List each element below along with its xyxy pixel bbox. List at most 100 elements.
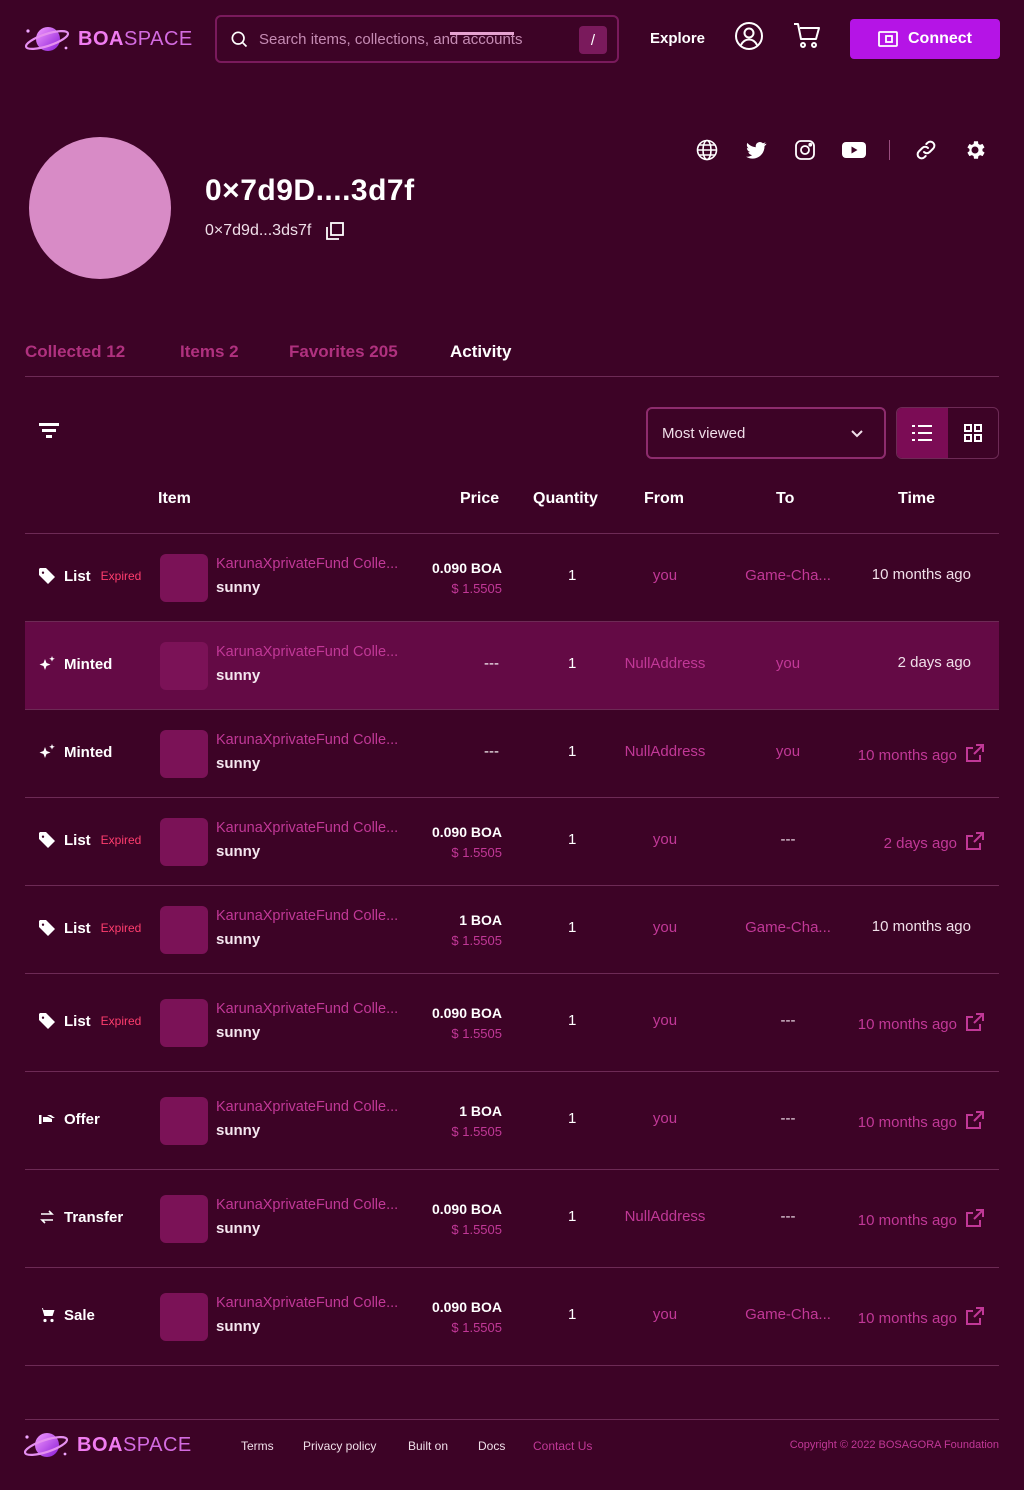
external-link-icon[interactable] — [965, 743, 985, 767]
cart-icon[interactable] — [792, 21, 822, 56]
twitter-icon[interactable] — [744, 138, 768, 162]
to-address-link[interactable]: Game-Cha... — [737, 1306, 839, 1323]
item-collection-link[interactable]: KarunaXprivateFund Colle... — [216, 556, 414, 572]
item-thumbnail[interactable] — [160, 1195, 208, 1243]
link-icon[interactable] — [914, 138, 938, 162]
item-name[interactable]: sunny — [216, 667, 260, 684]
table-row[interactable]: Minted KarunaXprivateFund Colle... sunny --… — [25, 710, 999, 798]
item-thumbnail[interactable] — [160, 906, 208, 954]
item-collection-link[interactable]: KarunaXprivateFund Colle... — [216, 820, 414, 836]
table-row[interactable]: Minted KarunaXprivateFund Colle... sunny --… — [25, 622, 999, 710]
from-address-link[interactable]: you — [609, 1110, 721, 1127]
item-thumbnail[interactable] — [160, 730, 208, 778]
nav-explore-link[interactable]: Explore — [650, 30, 705, 47]
brand-logo[interactable]: BOASPACE — [24, 22, 193, 56]
item-collection-link[interactable]: KarunaXprivateFund Colle... — [216, 732, 414, 748]
connect-wallet-button[interactable]: Connect — [850, 19, 1000, 59]
from-address-link[interactable]: you — [609, 567, 721, 584]
time-cell[interactable]: 10 months ago — [858, 743, 985, 767]
footer-link-terms[interactable]: Terms — [241, 1439, 274, 1453]
time-cell[interactable]: 10 months ago — [858, 1012, 985, 1036]
external-link-icon[interactable] — [965, 1306, 985, 1330]
time-cell[interactable]: 10 months ago — [858, 1306, 985, 1330]
item-collection-link[interactable]: KarunaXprivateFund Colle... — [216, 644, 414, 660]
to-address-link: --- — [780, 1012, 796, 1029]
to-address-link[interactable]: Game-Cha... — [737, 567, 839, 584]
tab-favorites[interactable]: Favorites 205 — [289, 342, 398, 362]
to-address-link[interactable]: Game-Cha... — [737, 919, 839, 936]
item-thumbnail[interactable] — [160, 554, 208, 602]
item-collection-link[interactable]: KarunaXprivateFund Colle... — [216, 1295, 414, 1311]
item-collection-link[interactable]: KarunaXprivateFund Colle... — [216, 1099, 414, 1115]
footer-link-docs[interactable]: Docs — [478, 1439, 505, 1453]
footer-link-privacy[interactable]: Privacy policy — [303, 1439, 376, 1453]
item-name[interactable]: sunny — [216, 579, 260, 596]
item-name[interactable]: sunny — [216, 1318, 260, 1335]
globe-icon[interactable] — [695, 138, 719, 162]
filter-icon[interactable] — [38, 422, 60, 445]
from-address-link[interactable]: NullAddress — [609, 1208, 721, 1225]
from-address-link[interactable]: you — [609, 831, 721, 848]
list-view-button[interactable] — [897, 408, 948, 458]
footer-link-built-on[interactable]: Built on — [408, 1439, 448, 1453]
from-address-link[interactable]: you — [609, 1012, 721, 1029]
item-thumbnail[interactable] — [160, 1097, 208, 1145]
item-thumbnail[interactable] — [160, 642, 208, 690]
instagram-icon[interactable] — [793, 138, 817, 162]
external-link-icon[interactable] — [965, 1208, 985, 1232]
table-row[interactable]: List Expired KarunaXprivateFund Colle... su… — [25, 886, 999, 974]
from-address-link[interactable]: you — [609, 919, 721, 936]
item-name[interactable]: sunny — [216, 755, 260, 772]
footer-logo[interactable]: BOASPACE — [23, 1428, 192, 1462]
event-label: Minted — [64, 655, 113, 673]
tab-collected[interactable]: Collected 12 — [25, 342, 125, 362]
grid-view-button[interactable] — [948, 408, 999, 458]
sort-dropdown[interactable]: Most viewed — [646, 407, 886, 459]
item-collection-link[interactable]: KarunaXprivateFund Colle... — [216, 908, 414, 924]
quantity: 1 — [568, 919, 577, 936]
youtube-icon[interactable] — [841, 138, 867, 162]
external-link-icon[interactable] — [965, 831, 985, 855]
from-address-link[interactable]: you — [609, 1306, 721, 1323]
item-name[interactable]: sunny — [216, 1024, 260, 1041]
social-divider — [889, 140, 890, 160]
table-row[interactable]: Transfer KarunaXprivateFund Colle... sunny… — [25, 1170, 999, 1268]
time-cell[interactable]: 10 months ago — [858, 1208, 985, 1232]
tab-activity[interactable]: Activity — [450, 342, 511, 362]
to-address-link: --- — [780, 831, 796, 848]
to-address-link[interactable]: you — [737, 743, 839, 760]
price-boa: 0.090 BOA — [431, 560, 502, 576]
to-address-link[interactable]: you — [737, 655, 839, 672]
table-row[interactable]: Sale KarunaXprivateFund Colle... sunny 0.09… — [25, 1268, 999, 1366]
wallet-icon — [878, 31, 898, 47]
item-thumbnail[interactable] — [160, 818, 208, 866]
external-link-icon[interactable] — [965, 1110, 985, 1134]
event-label: List — [64, 1012, 91, 1030]
item-thumbnail[interactable] — [160, 999, 208, 1047]
time-cell[interactable]: 10 months ago — [858, 1110, 985, 1134]
table-row[interactable]: List Expired KarunaXprivateFund Colle... su… — [25, 798, 999, 886]
item-name[interactable]: sunny — [216, 1122, 260, 1139]
from-address-link[interactable]: NullAddress — [609, 743, 721, 760]
table-row[interactable]: List Expired KarunaXprivateFund Colle... su… — [25, 974, 999, 1072]
item-name[interactable]: sunny — [216, 843, 260, 860]
copy-icon[interactable] — [325, 221, 345, 241]
price-usd: $ 1.5505 — [451, 1124, 502, 1139]
item-name[interactable]: sunny — [216, 1220, 260, 1237]
item-collection-link[interactable]: KarunaXprivateFund Colle... — [216, 1001, 414, 1017]
footer-link-contact[interactable]: Contact Us — [533, 1439, 592, 1453]
search-bar[interactable]: / — [215, 15, 619, 63]
tab-items[interactable]: Items 2 — [180, 342, 239, 362]
external-link-icon[interactable] — [965, 1012, 985, 1036]
table-row[interactable]: List Expired KarunaXprivateFund Colle... su… — [25, 534, 999, 622]
time-cell[interactable]: 2 days ago — [884, 831, 985, 855]
item-collection-link[interactable]: KarunaXprivateFund Colle... — [216, 1197, 414, 1213]
settings-icon[interactable] — [963, 138, 987, 162]
from-address-link[interactable]: NullAddress — [609, 655, 721, 672]
table-row[interactable]: Offer KarunaXprivateFund Colle... sunny 1 B… — [25, 1072, 999, 1170]
view-mode-toggle — [896, 407, 999, 459]
account-icon[interactable] — [734, 21, 764, 56]
item-name[interactable]: sunny — [216, 931, 260, 948]
item-thumbnail[interactable] — [160, 1293, 208, 1341]
search-input[interactable] — [259, 30, 559, 48]
